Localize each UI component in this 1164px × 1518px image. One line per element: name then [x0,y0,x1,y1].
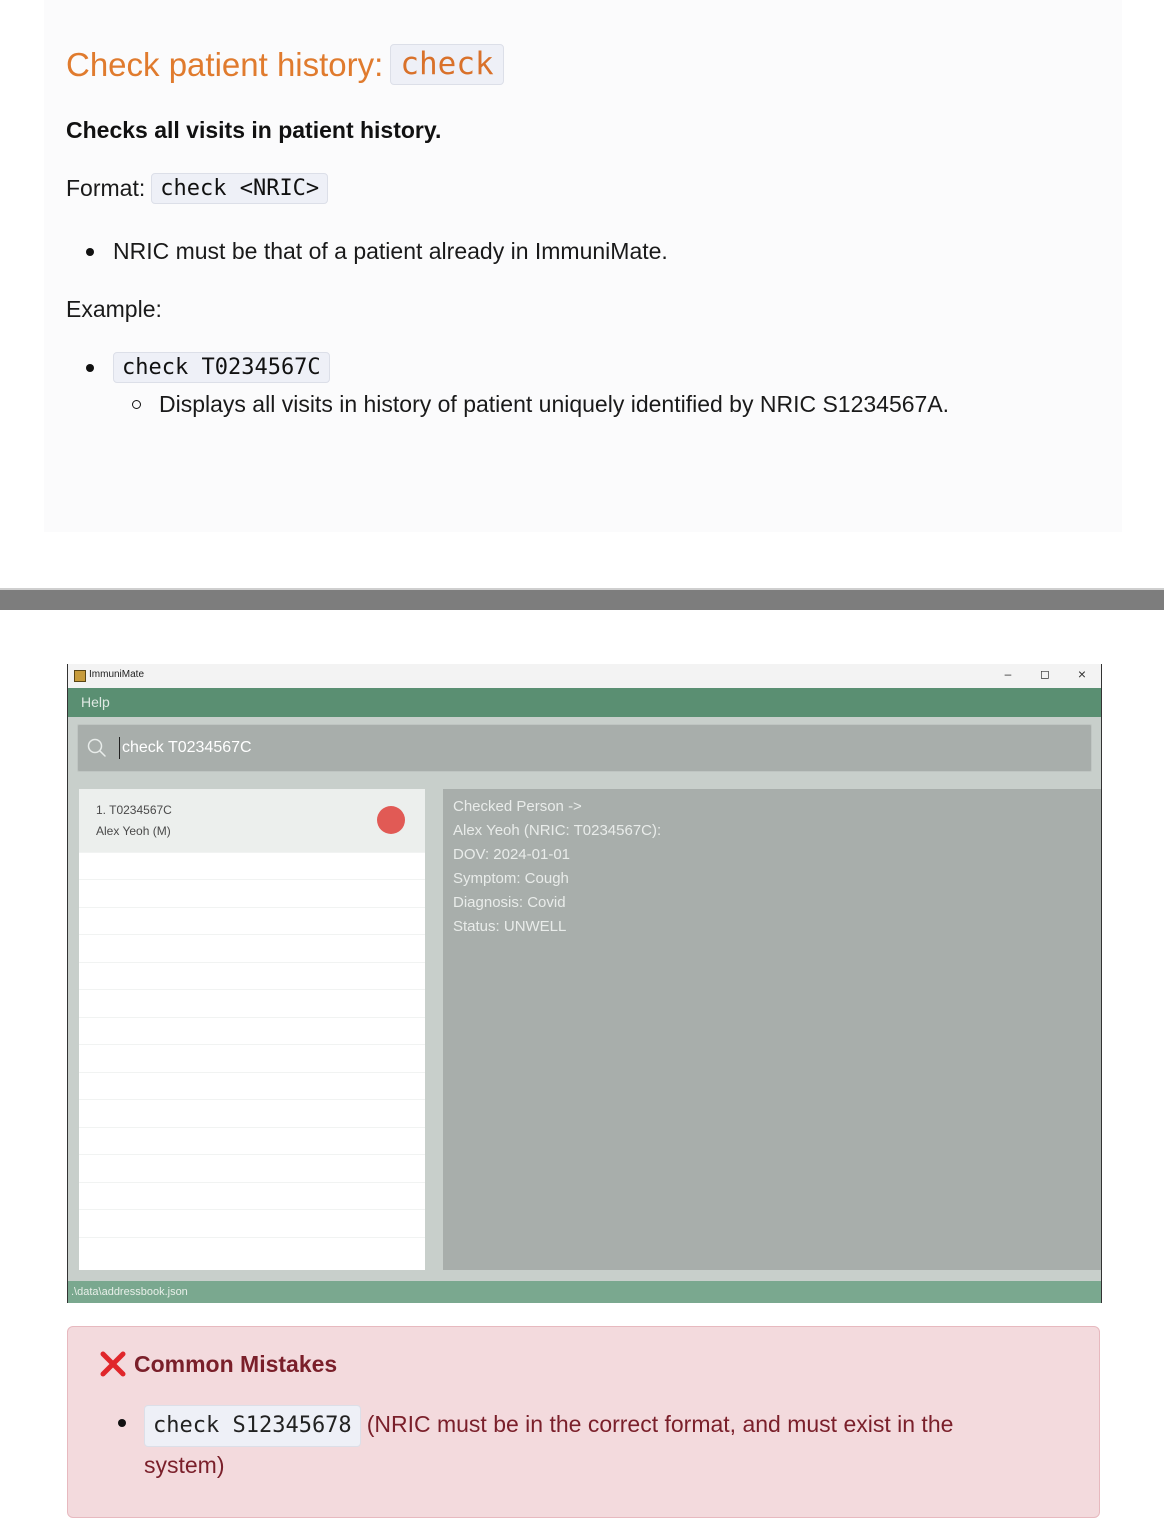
patient-list: 1. T0234567C Alex Yeoh (M) [79,789,425,1270]
list-divider [79,1154,425,1155]
example-code: check T0234567C [113,352,330,383]
patient-name-gender: Alex Yeoh (M) [96,824,171,838]
list-divider [79,1182,425,1183]
list-divider [79,1209,425,1210]
command-input[interactable] [119,737,1022,759]
window-titlebar[interactable]: ImmuniMate – ◻ × [68,664,1101,688]
list-divider [79,907,425,908]
minimize-button[interactable]: – [999,667,1017,681]
mistakes-title: Common Mistakes [98,1349,337,1379]
data-file-path: .\data\addressbook.json [71,1286,188,1298]
status-indicator [377,806,405,834]
format-label: Format: [66,175,146,201]
mistakes-title-text: Common Mistakes [134,1350,338,1377]
patient-index-nric: 1. T0234567C [96,803,172,817]
mistake-text: check S12345678 (NRIC must be in the corr… [144,1405,1018,1483]
mistake-item: check S12345678 (NRIC must be in the corr… [118,1405,1018,1483]
common-mistakes-box: Common Mistakes check S12345678 (NRIC mus… [67,1326,1100,1518]
list-divider [79,1127,425,1128]
bullet-dot [86,247,94,256]
maximize-button[interactable]: ◻ [1036,667,1054,681]
detail-line: Status: UNWELL [453,918,567,935]
bullet-dot [118,1419,126,1427]
section-subheading: Checks all visits in patient history. [66,117,442,143]
doc-panel: Check patient history: check Checks all … [44,0,1122,532]
status-bar: .\data\addressbook.json [68,1281,1101,1303]
detail-line: Diagnosis: Covid [453,894,566,911]
menu-bar: Help [68,688,1101,717]
list-divider [79,989,425,990]
format-code: check <NRIC> [151,173,329,204]
app-window: ImmuniMate – ◻ × Help 1. T0234567C Alex … [67,664,1102,1303]
bullet-ring [132,400,141,409]
format-line: Format: check <NRIC> [66,173,329,204]
list-divider [79,1044,425,1045]
window-title: ImmuniMate [89,669,145,680]
list-divider [79,962,425,963]
heading-command-code: check [390,44,504,85]
command-area [68,717,1101,779]
example-label: Example: [66,296,162,323]
list-item[interactable]: 1. T0234567C Alex Yeoh (M) [79,789,425,852]
detail-panel: Checked Person -> Alex Yeoh (NRIC: T0234… [443,789,1101,1270]
bullet-dot [86,363,94,372]
menu-help[interactable]: Help [81,694,110,710]
detail-line: Symptom: Cough [453,870,569,887]
list-divider [79,934,425,935]
example-description-bullet: Displays all visits in history of patien… [132,391,949,418]
list-divider [79,852,425,853]
example-bullet: check T0234567C [86,352,330,383]
list-divider [79,1099,425,1100]
command-box[interactable] [77,724,1092,772]
heading-text: Check patient history: [66,45,384,83]
constraint-bullet: NRIC must be that of a patient already i… [86,238,668,265]
search-icon [87,738,106,757]
section-separator [0,588,1164,610]
detail-line: Checked Person -> [453,798,582,815]
example-description: Displays all visits in history of patien… [159,391,950,417]
list-divider [79,1017,425,1018]
detail-line: DOV: 2024-01-01 [453,846,571,863]
app-icon [74,670,86,682]
section-heading: Check patient history: check [66,44,504,85]
example-label-text: Example: [66,296,162,322]
cross-icon [100,1351,126,1377]
list-divider [79,1237,425,1238]
mistake-code: check S12345678 [144,1405,361,1447]
list-divider [79,879,425,880]
close-button[interactable]: × [1073,666,1091,682]
constraint-text: NRIC must be that of a patient already i… [113,238,668,264]
detail-line: Alex Yeoh (NRIC: T0234567C): [453,822,662,839]
list-divider [79,1072,425,1073]
